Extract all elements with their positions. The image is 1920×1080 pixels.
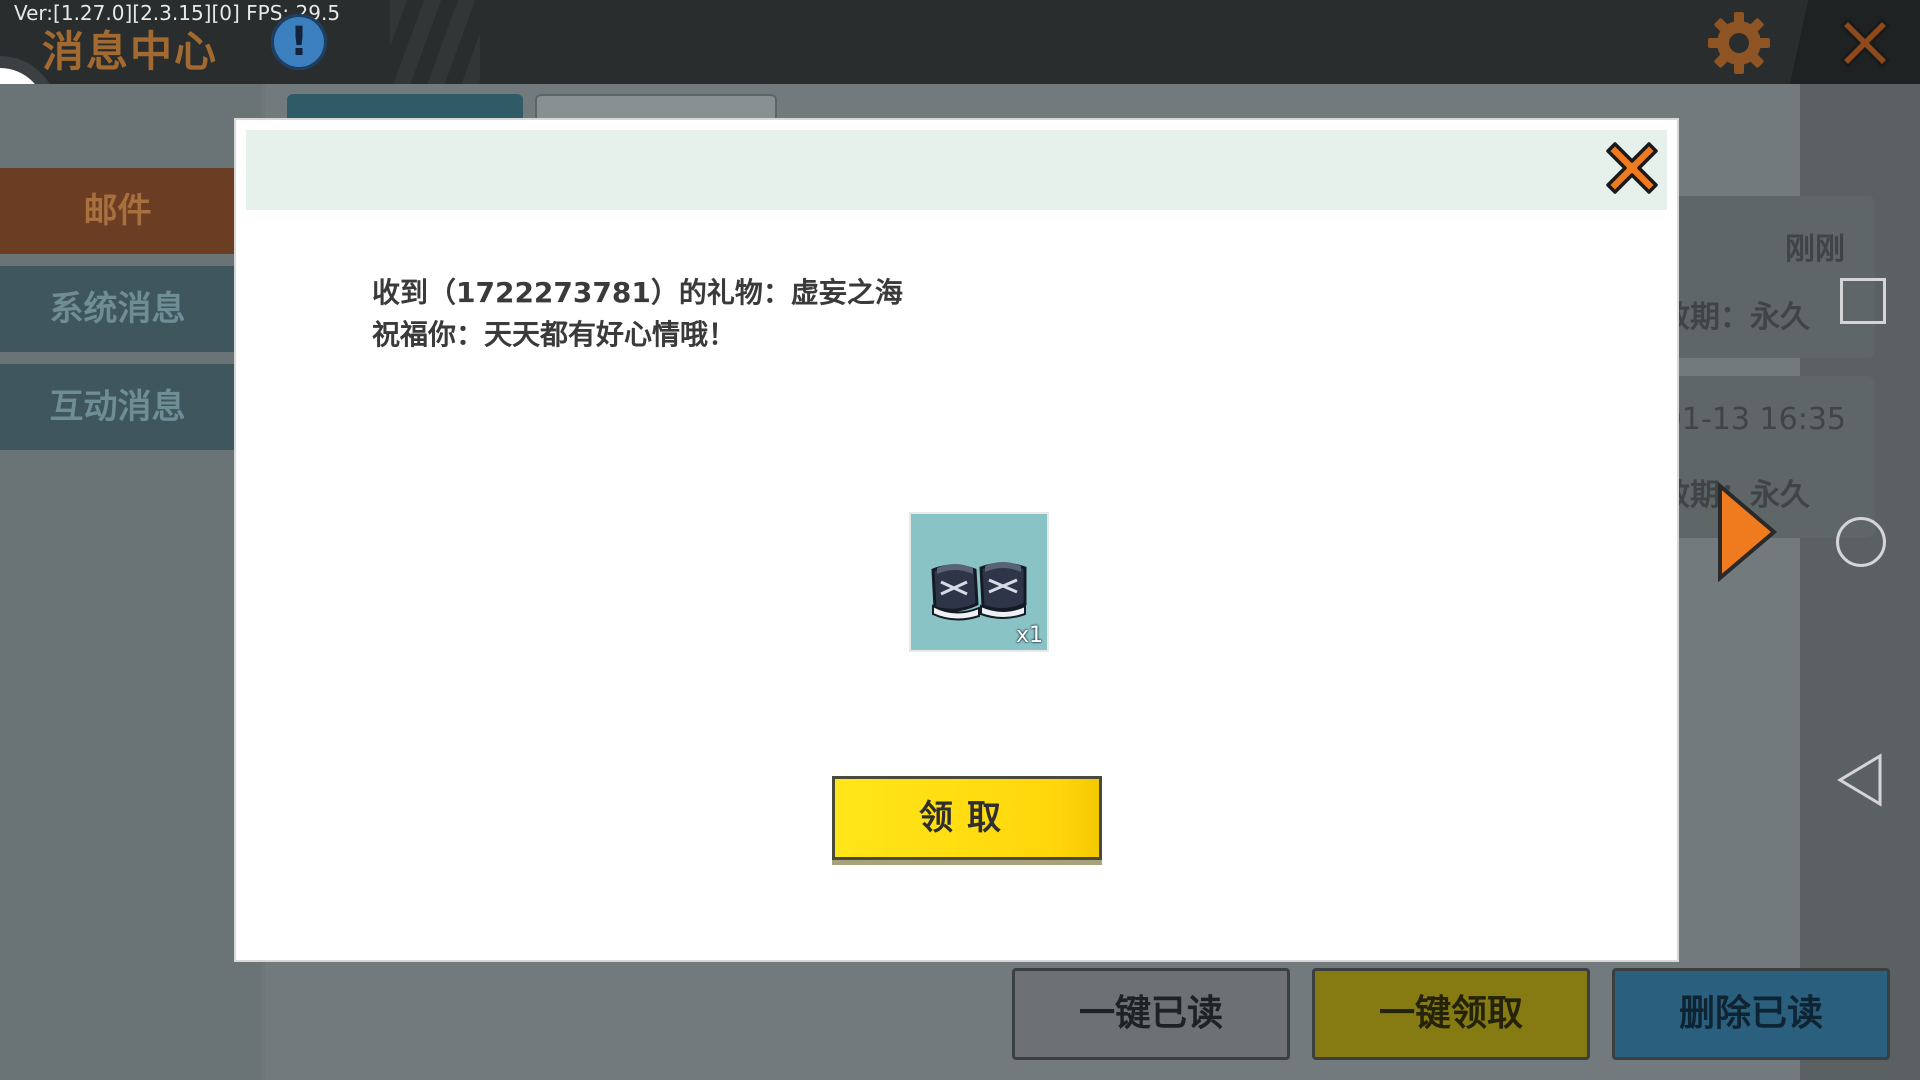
list-item[interactable]: 刚刚 有效期：永久 bbox=[1630, 196, 1875, 358]
sneakers-icon bbox=[931, 562, 1027, 621]
mark-all-read-button[interactable]: 一键已读 bbox=[1012, 968, 1290, 1060]
claim-all-button[interactable]: 一键领取 bbox=[1312, 968, 1590, 1060]
mail-message: 收到（1722273781）的礼物：虚妄之海 祝福你：天天都有好心情哦！ bbox=[372, 272, 903, 356]
close-icon[interactable] bbox=[1832, 10, 1898, 76]
message-line: 收到（1722273781）的礼物：虚妄之海 bbox=[372, 276, 903, 309]
delete-read-button[interactable]: 删除已读 bbox=[1612, 968, 1890, 1060]
gear-icon[interactable] bbox=[1706, 10, 1772, 76]
home-icon[interactable] bbox=[1836, 517, 1886, 567]
claim-button[interactable]: 领取 bbox=[832, 776, 1102, 860]
back-icon[interactable] bbox=[1836, 752, 1884, 808]
sidebar-item-system-messages[interactable]: 系统消息 bbox=[0, 266, 235, 352]
sidebar-item-interaction-messages[interactable]: 互动消息 bbox=[0, 364, 235, 450]
close-icon[interactable] bbox=[1600, 136, 1664, 200]
sidebar-item-mail[interactable]: 邮件 bbox=[0, 168, 235, 254]
dialog-header bbox=[246, 130, 1667, 210]
recent-apps-icon[interactable] bbox=[1840, 278, 1886, 324]
top-bar-decoration bbox=[390, 0, 480, 84]
info-icon[interactable]: ! bbox=[271, 14, 327, 70]
gift-item-slot[interactable]: x1 bbox=[911, 514, 1047, 650]
page-title: 消息中心 bbox=[42, 27, 219, 76]
gift-mail-dialog: 收到（1722273781）的礼物：虚妄之海 祝福你：天天都有好心情哦！ x1 … bbox=[236, 120, 1677, 960]
gift-quantity: x1 bbox=[1015, 623, 1043, 648]
play-arrow-icon[interactable] bbox=[1716, 482, 1778, 582]
message-line: 祝福你：天天都有好心情哦！ bbox=[372, 318, 737, 351]
mail-time: 刚刚 bbox=[1785, 232, 1845, 267]
mail-time: -01-13 16:35 bbox=[1652, 402, 1846, 437]
